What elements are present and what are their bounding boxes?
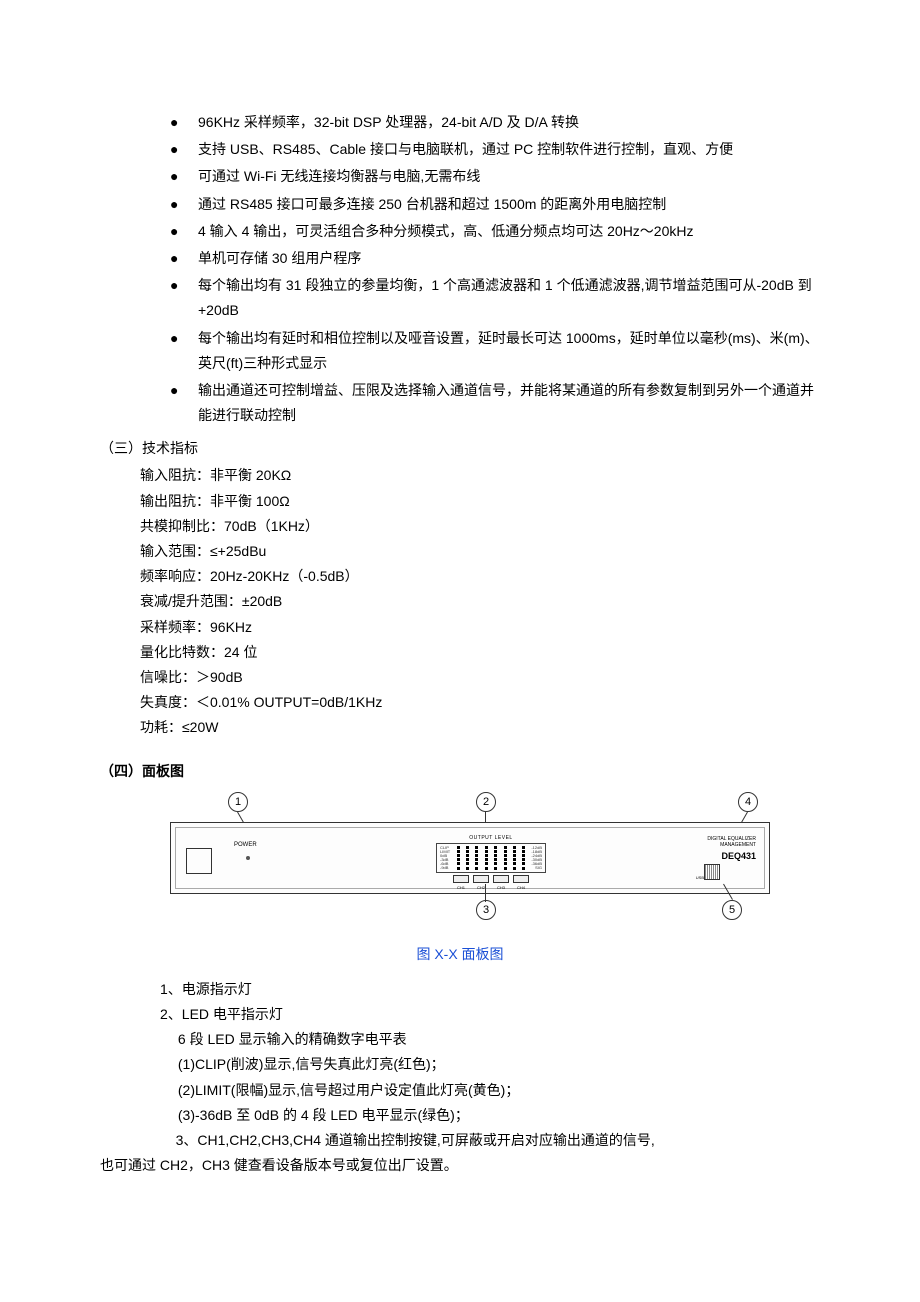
spec-line: 信噪比：＞90dB — [140, 665, 820, 690]
ch4-button[interactable] — [513, 875, 529, 883]
led-col-4 — [483, 846, 489, 870]
brand-block: DIGITAL EQUALIZER MANAGEMENT DEQ431 — [690, 836, 756, 862]
usb-label: USB — [696, 874, 704, 881]
brand-logo — [186, 848, 212, 874]
callout-line — [485, 884, 486, 902]
ch1-button[interactable] — [453, 875, 469, 883]
ch4-label: CH4 — [517, 884, 525, 891]
led-grid: CLIP LIMIT 0dB -3dB -6dB -9dB — [436, 843, 546, 873]
spec-line: 输入范围：≤+25dBu — [140, 539, 820, 564]
desc-item-1: 1、电源指示灯 — [160, 977, 820, 1002]
spec-line: 输出阻抗：非平衡 100Ω — [140, 489, 820, 514]
panel-description: 1、电源指示灯 2、LED 电平指示灯 6 段 LED 显示输入的精确数字电平表… — [160, 977, 820, 1179]
panel-inner: POWER OUTPUT LEVEL CLIP LIMIT 0dB -3dB -… — [175, 827, 765, 889]
spec-line: 输入阻抗：非平衡 20KΩ — [140, 463, 820, 488]
spec-line: 共模抑制比：70dB（1KHz） — [140, 514, 820, 539]
desc-item-2-note: 6 段 LED 显示输入的精确数字电平表 — [174, 1027, 820, 1052]
led-col-3 — [474, 846, 480, 870]
ch3-label: CH3 — [497, 884, 505, 891]
bullet-item: 每个输出均有延时和相位控制以及哑音设置，延时最长可达 1000ms，延时单位以毫… — [170, 326, 820, 376]
desc-item-2-sub2: (2)LIMIT(限幅)显示,信号超过用户设定值此灯亮(黄色)； — [174, 1078, 820, 1103]
ch1-label: CH1 — [457, 884, 465, 891]
callout-4: 4 — [738, 792, 758, 812]
callout-3: 3 — [476, 900, 496, 920]
led-col-5 — [493, 846, 499, 870]
spec-list: 输入阻抗：非平衡 20KΩ 输出阻抗：非平衡 100Ω 共模抑制比：70dB（1… — [140, 463, 820, 740]
bullet-text: 单机可存储 30 组用户程序 — [198, 250, 361, 266]
led-col-1 — [455, 846, 461, 870]
usb-port-icon — [704, 864, 720, 880]
desc-item-2-sub3: (3)-36dB 至 0dB 的 4 段 LED 电平显示(绿色)； — [174, 1103, 820, 1128]
bullet-item: 支持 USB、RS485、Cable 接口与电脑联机，通过 PC 控制软件进行控… — [170, 137, 820, 162]
desc-item-3-line1: 3、CH1,CH2,CH3,CH4 通道输出控制按键,可屏蔽或开启对应输出通道的… — [160, 1128, 820, 1153]
output-level-block: OUTPUT LEVEL CLIP LIMIT 0dB -3dB -6dB -9… — [436, 834, 546, 891]
bullet-item: 96KHz 采样频率，32-bit DSP 处理器，24-bit A/D 及 D… — [170, 110, 820, 135]
led-labels-right: -12dB -18dB -24dB -30dB -36dB SIG — [530, 846, 542, 870]
desc-item-3-line2: 也可通过 CH2，CH3 健查看设备版本号或复位出厂设置。 — [100, 1153, 820, 1178]
channel-button-row: CH1 CH2 CH3 CH4 — [436, 875, 546, 891]
bullet-text: 96KHz 采样频率，32-bit DSP 处理器，24-bit A/D 及 D… — [198, 114, 579, 130]
spec-line: 频率响应：20Hz-20KHz（-0.5dB） — [140, 564, 820, 589]
bullet-item: 单机可存储 30 组用户程序 — [170, 246, 820, 271]
callout-1: 1 — [228, 792, 248, 812]
bullet-item: 4 输入 4 输出，可灵活组合多种分频模式，高、低通分频点均可达 20Hz～20… — [170, 219, 820, 244]
bullet-text: 可通过 Wi-Fi 无线连接均衡器与电脑,无需布线 — [198, 168, 480, 184]
ch3-button[interactable] — [493, 875, 509, 883]
bullet-text: 输出通道还可控制增益、压限及选择输入通道信号，并能将某通道的所有参数复制到另外一… — [198, 382, 814, 423]
bullet-item: 通过 RS485 接口可最多连接 250 台机器和超过 1500m 的距离外用电… — [170, 192, 820, 217]
callout-5: 5 — [722, 900, 742, 920]
power-label: POWER — [234, 840, 257, 851]
led-scale: SIG — [530, 866, 542, 870]
power-led-icon — [246, 856, 250, 860]
callouts-bottom: 3 5 — [170, 894, 770, 924]
bullet-item: 输出通道还可控制增益、压限及选择输入通道信号，并能将某通道的所有参数复制到另外一… — [170, 378, 820, 428]
led-labels-left: CLIP LIMIT 0dB -3dB -6dB -9dB — [440, 846, 452, 870]
callouts-top: 1 2 4 — [170, 792, 770, 822]
document-page: 96KHz 采样频率，32-bit DSP 处理器，24-bit A/D 及 D… — [0, 0, 920, 1302]
section-3-title: （三）技术指标 — [100, 436, 820, 461]
output-level-title: OUTPUT LEVEL — [436, 834, 546, 843]
spec-line: 功耗：≤20W — [140, 715, 820, 740]
section-4-title: （四）面板图 — [100, 759, 820, 784]
bullet-text: 通过 RS485 接口可最多连接 250 台机器和超过 1500m 的距离外用电… — [198, 196, 666, 212]
led-col-7 — [511, 846, 517, 870]
spec-line: 量化比特数：24 位 — [140, 640, 820, 665]
bullet-text: 每个输出均有 31 段独立的参量均衡，1 个高通滤波器和 1 个低通滤波器,调节… — [198, 277, 812, 318]
callout-2: 2 — [476, 792, 496, 812]
product-name: DEQ431 — [690, 851, 756, 862]
bullet-text: 每个输出均有延时和相位控制以及哑音设置，延时最长可达 1000ms，延时单位以毫… — [198, 330, 819, 371]
brand-line-2: MANAGEMENT — [690, 842, 756, 848]
ch2-label: CH2 — [477, 884, 485, 891]
bullet-text: 支持 USB、RS485、Cable 接口与电脑联机，通过 PC 控制软件进行控… — [198, 141, 733, 157]
ch2-button[interactable] — [473, 875, 489, 883]
bullet-item: 每个输出均有 31 段独立的参量均衡，1 个高通滤波器和 1 个低通滤波器,调节… — [170, 273, 820, 323]
spec-line: 失真度：＜0.01% OUTPUT=0dB/1KHz — [140, 690, 820, 715]
desc-item-2-sub1: (1)CLIP(削波)显示,信号失真此灯亮(红色)； — [174, 1052, 820, 1077]
led-col-8 — [521, 846, 527, 870]
led-scale: -9dB — [440, 866, 452, 870]
desc-item-2: 2、LED 电平指示灯 — [160, 1002, 820, 1027]
led-col-2 — [464, 846, 470, 870]
panel-box: POWER OUTPUT LEVEL CLIP LIMIT 0dB -3dB -… — [170, 822, 770, 894]
led-col-6 — [502, 846, 508, 870]
spec-line: 衰减/提升范围：±20dB — [140, 589, 820, 614]
panel-figure: 1 2 4 POWER OUTPUT LEVEL CLIP LIMIT — [170, 792, 770, 924]
bullet-text: 4 输入 4 输出，可灵活组合多种分频模式，高、低通分频点均可达 20Hz～20… — [198, 223, 694, 239]
spec-line: 采样频率：96KHz — [140, 615, 820, 640]
figure-caption: 图 X-X 面板图 — [100, 942, 820, 967]
feature-bullet-list: 96KHz 采样频率，32-bit DSP 处理器，24-bit A/D 及 D… — [100, 110, 820, 428]
bullet-item: 可通过 Wi-Fi 无线连接均衡器与电脑,无需布线 — [170, 164, 820, 189]
